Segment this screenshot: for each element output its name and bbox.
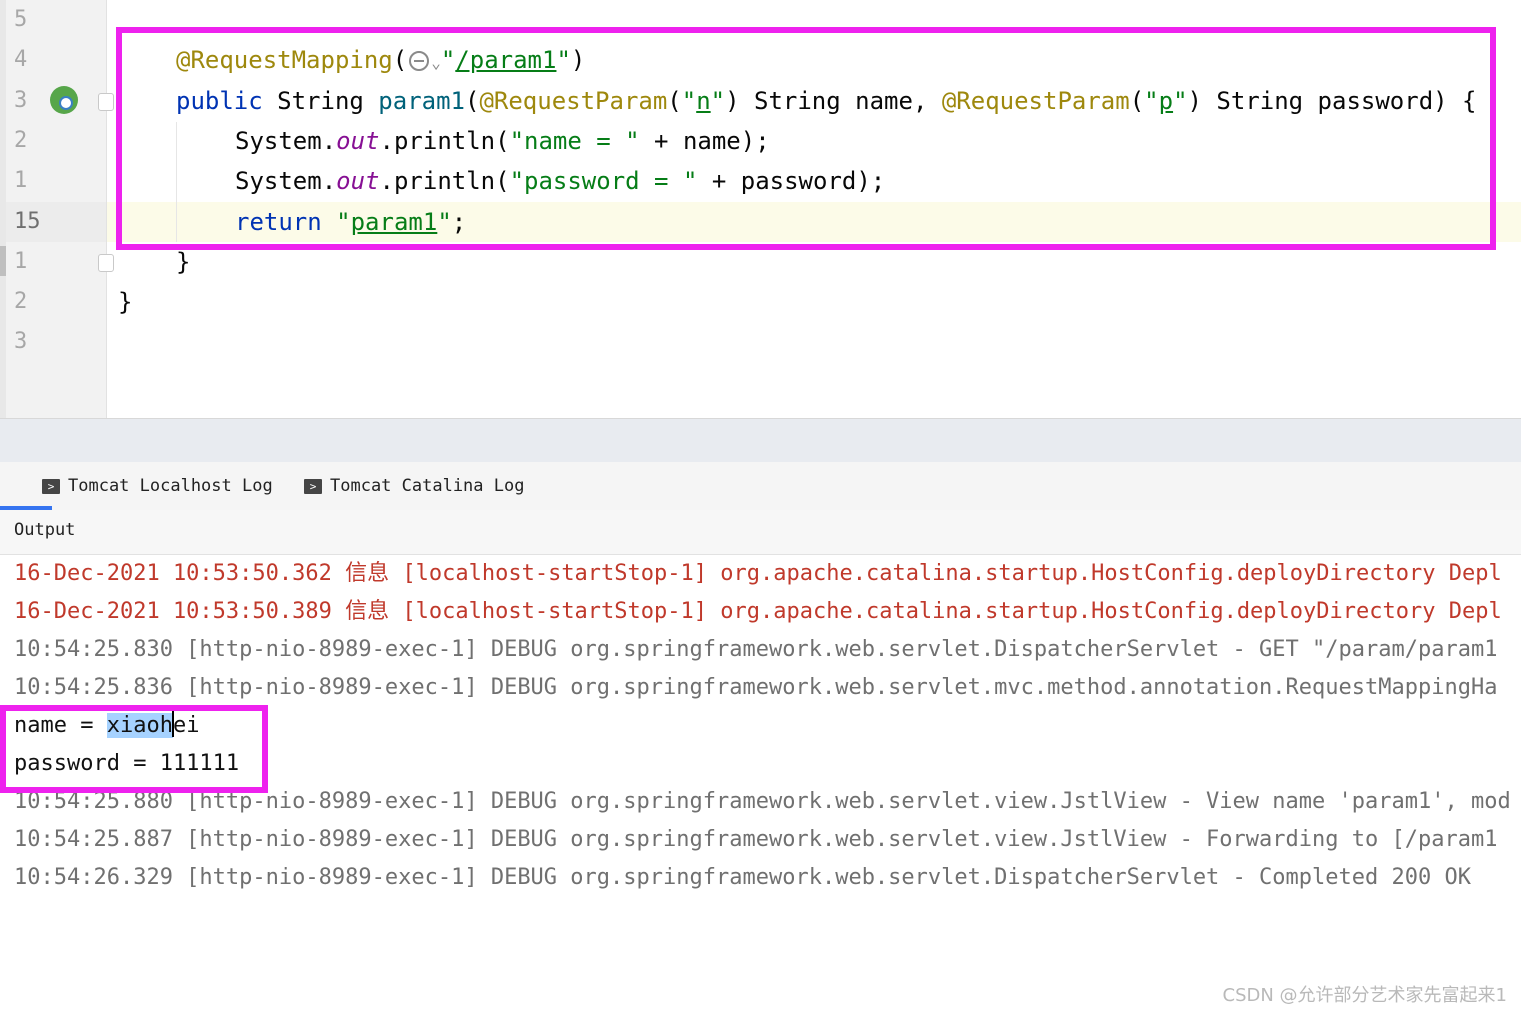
- watermark: CSDN @允许部分艺术家先富起来1: [1222, 985, 1508, 1006]
- output-header: Output: [0, 510, 1521, 555]
- fold-icon[interactable]: [98, 93, 114, 111]
- tab-label: Tomcat Catalina Log: [330, 476, 525, 496]
- log-line: 10:54:25.830 [http-nio-8989-exec-1] DEBU…: [14, 637, 1498, 662]
- console-icon: >: [42, 478, 60, 494]
- tab-tomcat-localhost-log[interactable]: > Tomcat Localhost Log: [42, 472, 273, 500]
- log-line: 16-Dec-2021 10:53:50.389 信息 [localhost-s…: [14, 599, 1502, 624]
- line-number-current: 15: [14, 209, 41, 234]
- tab-label: Tomcat Localhost Log: [68, 476, 273, 496]
- code-editor[interactable]: 5 4 3 2 1 15 1 2 3 @RequestMapping(⌄"/pa…: [0, 0, 1521, 418]
- panel-divider[interactable]: [0, 418, 1521, 464]
- line-number: 1: [14, 249, 28, 274]
- output-label: Output: [14, 520, 76, 540]
- log-output[interactable]: 16-Dec-2021 10:53:50.362 信息 [localhost-s…: [0, 555, 1521, 1015]
- log-line: 10:54:25.836 [http-nio-8989-exec-1] DEBU…: [14, 675, 1498, 700]
- line-number: 1: [14, 168, 28, 193]
- log-line: 10:54:25.887 [http-nio-8989-exec-1] DEBU…: [14, 827, 1498, 852]
- tab-tomcat-catalina-log[interactable]: > Tomcat Catalina Log: [304, 472, 524, 500]
- tool-window-tabs: > Tomcat Localhost Log > Tomcat Catalina…: [0, 462, 1521, 510]
- log-line: 16-Dec-2021 10:53:50.362 信息 [localhost-s…: [14, 561, 1502, 586]
- highlight-box-code: [116, 27, 1496, 250]
- line-number: 3: [14, 88, 28, 113]
- line-number: 5: [14, 7, 28, 32]
- console-icon: >: [304, 478, 322, 494]
- line-number: 4: [14, 47, 28, 72]
- code-line: }: [118, 288, 133, 316]
- line-number: 2: [14, 289, 28, 314]
- line-number: 3: [14, 329, 28, 354]
- line-number: 2: [14, 128, 28, 153]
- log-line: 10:54:26.329 [http-nio-8989-exec-1] DEBU…: [14, 865, 1471, 890]
- gutter-marker: [0, 246, 6, 276]
- highlight-box-output: [0, 705, 268, 793]
- fold-icon[interactable]: [98, 254, 114, 272]
- spring-web-endpoint-icon[interactable]: [50, 86, 78, 114]
